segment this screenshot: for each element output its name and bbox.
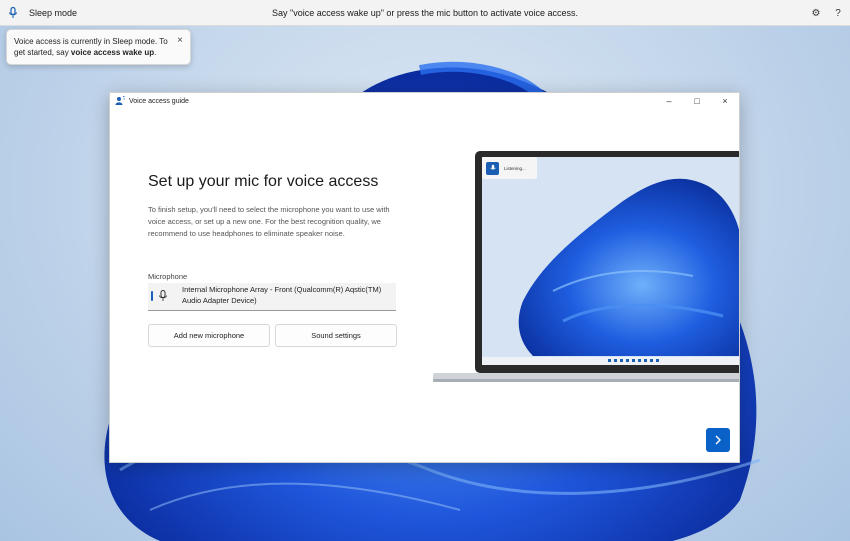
minimize-button[interactable]: – bbox=[655, 93, 683, 109]
laptop-illustration bbox=[433, 151, 739, 382]
voice-access-guide-window: Voice access guide – □ × Set up your mic… bbox=[109, 92, 740, 463]
chevron-right-icon bbox=[715, 435, 721, 445]
setup-description: To finish setup, you'll need to select t… bbox=[148, 205, 390, 238]
microphone-icon bbox=[8, 6, 18, 18]
add-new-microphone-button[interactable]: Add new microphone bbox=[148, 324, 270, 347]
page-heading: Set up your mic for voice access bbox=[148, 173, 379, 190]
close-button[interactable]: × bbox=[711, 93, 739, 109]
microphone-label: Microphone bbox=[148, 272, 188, 281]
sound-settings-button[interactable]: Sound settings bbox=[275, 324, 397, 347]
microphone-icon bbox=[486, 161, 499, 175]
help-icon[interactable]: ? bbox=[832, 7, 844, 19]
window-title: Voice access guide bbox=[129, 97, 189, 105]
listening-indicator: Listening... bbox=[482, 157, 537, 179]
sleep-mode-label: Sleep mode bbox=[29, 7, 78, 18]
microphone-select[interactable]: Internal Microphone Array - Front (Qualc… bbox=[148, 283, 396, 311]
voice-access-app-icon bbox=[115, 96, 125, 105]
microphone-value: Internal Microphone Array - Front (Qualc… bbox=[182, 285, 382, 305]
tooltip-close-icon[interactable]: × bbox=[177, 35, 183, 46]
listening-text: Listening... bbox=[504, 165, 526, 171]
voice-bar-message: Say "voice access wake up" or press the … bbox=[271, 7, 579, 18]
sleep-mode-tooltip: Voice access is currently in Sleep mode.… bbox=[6, 29, 191, 65]
settings-gear-icon[interactable]: ⚙ bbox=[810, 7, 822, 19]
microphone-icon bbox=[159, 290, 167, 301]
mic-button[interactable] bbox=[5, 5, 21, 21]
tooltip-bold-command: voice access wake up bbox=[70, 48, 155, 57]
maximize-button[interactable]: □ bbox=[683, 93, 711, 109]
selection-indicator bbox=[151, 291, 153, 301]
voice-access-bar: Sleep mode Say "voice access wake up" or… bbox=[0, 0, 850, 26]
title-bar: Voice access guide – □ × bbox=[110, 93, 739, 109]
next-button[interactable] bbox=[706, 428, 730, 452]
